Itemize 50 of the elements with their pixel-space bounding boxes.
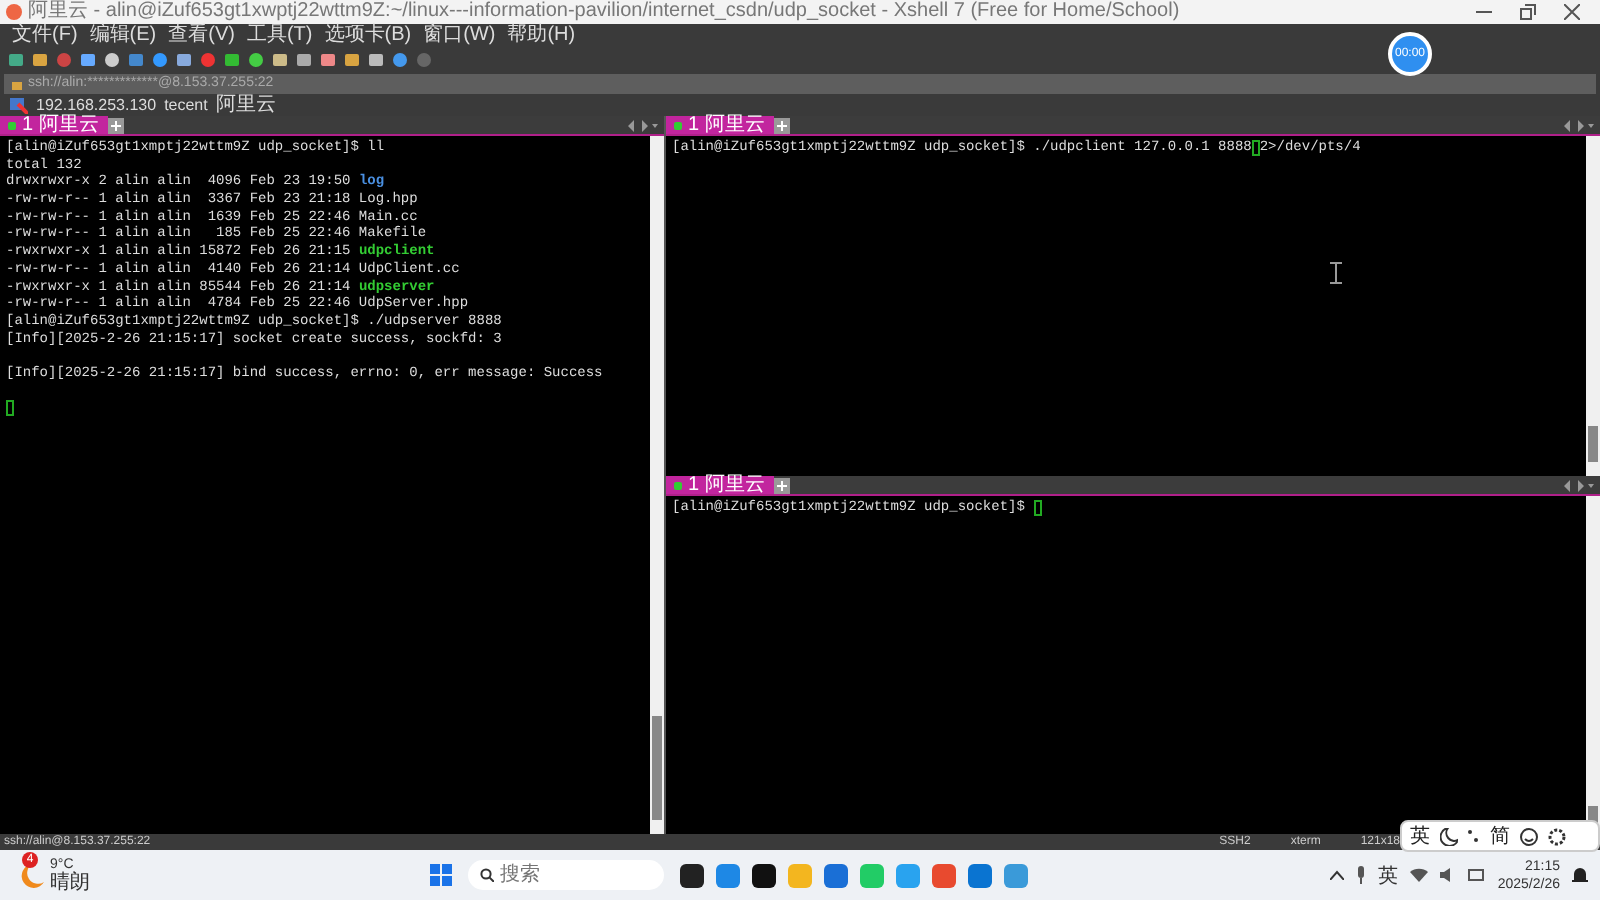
- weather-icon[interactable]: [20, 861, 44, 889]
- ime-mode[interactable]: 英: [1410, 822, 1430, 850]
- session-tab[interactable]: 1 阿里云: [666, 476, 774, 494]
- add-tab-icon[interactable]: [774, 477, 790, 493]
- session-link[interactable]: tecent: [164, 94, 208, 116]
- session-icon[interactable]: [10, 97, 28, 113]
- add-tab-icon[interactable]: [774, 117, 790, 133]
- restore-icon[interactable]: [1520, 4, 1536, 20]
- bell-icon[interactable]: [1572, 866, 1588, 884]
- close-icon[interactable]: [1564, 4, 1580, 20]
- smiley-icon[interactable]: [1520, 827, 1538, 845]
- session-link[interactable]: 192.168.253.130: [36, 94, 157, 116]
- text-cursor: [1033, 500, 1042, 516]
- menu-item[interactable]: 工具(T): [242, 24, 317, 48]
- settings-icon[interactable]: [1548, 827, 1566, 845]
- weather-condition: 晴朗: [50, 873, 90, 893]
- menu-item[interactable]: 编辑(E): [85, 24, 161, 48]
- search-icon: [480, 868, 494, 882]
- chevron-up-icon[interactable]: [1329, 870, 1344, 880]
- text-cursor: [1251, 140, 1260, 156]
- scrollbar[interactable]: [650, 136, 664, 834]
- window-title: 阿里云 - alin@iZuf653gt1xwptj22wttm9Z:~/linux---information-pavilion/internet_csdn/udp_socket - Xshell 7 (Free for Home/School): [28, 0, 1182, 23]
- input-language[interactable]: 英: [1377, 861, 1398, 889]
- menu-item[interactable]: 选项卡(B): [320, 24, 416, 48]
- tab-arrows-icon[interactable]: [1562, 119, 1600, 131]
- app-icon[interactable]: [752, 863, 776, 887]
- start-icon[interactable]: [430, 864, 452, 886]
- session-link[interactable]: 阿里云: [215, 94, 276, 116]
- volume-icon[interactable]: [1439, 868, 1456, 882]
- text-cursor: [6, 400, 14, 417]
- search-field[interactable]: 搜索: [468, 860, 664, 890]
- ime-script[interactable]: 简: [1490, 822, 1510, 850]
- session-tab[interactable]: 1 阿里云: [666, 116, 774, 134]
- scrollbar[interactable]: [1586, 136, 1600, 476]
- microphone-icon[interactable]: [1355, 866, 1366, 884]
- battery-icon[interactable]: [1467, 868, 1486, 882]
- session-tab[interactable]: 1 阿里云: [0, 116, 108, 134]
- tab-arrows-icon[interactable]: [1562, 479, 1600, 491]
- punctuation-icon[interactable]: [1468, 828, 1480, 844]
- moon-icon[interactable]: [1440, 827, 1458, 845]
- menu-item[interactable]: 文件(F): [8, 24, 82, 48]
- app-icon[interactable]: [680, 863, 704, 887]
- menu-item[interactable]: 窗口(W): [419, 24, 500, 48]
- menu-item[interactable]: 帮助(H): [503, 24, 580, 48]
- menu-item[interactable]: 查看(V): [164, 24, 239, 48]
- add-tab-icon[interactable]: [108, 117, 124, 133]
- text-cursor-icon[interactable]: [1330, 262, 1342, 284]
- app-logo-icon[interactable]: [6, 4, 22, 20]
- wifi-icon[interactable]: [1409, 868, 1428, 882]
- tab-arrows-icon[interactable]: [626, 119, 664, 131]
